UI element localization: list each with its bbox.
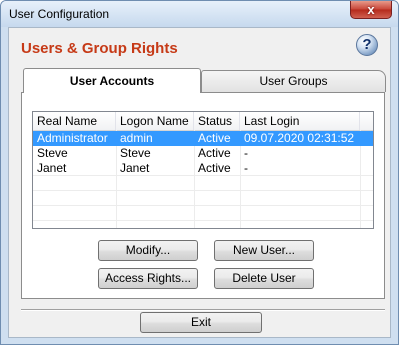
cell-logon-name: Steve xyxy=(120,146,151,160)
list-header: Real Name Logon Name Status Last Login xyxy=(33,112,373,131)
tab-user-groups[interactable]: User Groups xyxy=(201,70,386,92)
cell-status: Active xyxy=(198,146,231,160)
exit-button[interactable]: Exit xyxy=(140,312,262,333)
cell-status: Active xyxy=(198,131,231,145)
grid-divider xyxy=(33,205,373,206)
access-rights-button[interactable]: Access Rights... xyxy=(98,268,198,289)
cell-status: Active xyxy=(198,161,231,175)
column-header-status[interactable]: Status xyxy=(194,112,240,130)
column-header-real-name[interactable]: Real Name xyxy=(33,112,116,130)
table-row[interactable]: Steve Steve Active - xyxy=(33,146,373,161)
grid-divider xyxy=(33,220,373,221)
modify-button[interactable]: Modify... xyxy=(98,240,198,261)
cell-real-name: Administrator xyxy=(37,131,108,145)
cell-last-login: - xyxy=(244,146,248,160)
help-glyph: ? xyxy=(362,36,372,53)
column-header-logon-name[interactable]: Logon Name xyxy=(116,112,194,130)
close-icon: x xyxy=(367,2,375,17)
cell-logon-name: Janet xyxy=(120,161,150,175)
user-configuration-window: User Configuration x Users & Group Right… xyxy=(0,0,399,345)
help-question-icon[interactable]: ? xyxy=(356,34,378,56)
table-row[interactable]: Administrator admin Active 09.07.2020 02… xyxy=(33,131,373,146)
column-header-last-login[interactable]: Last Login xyxy=(240,112,360,130)
grid-divider xyxy=(33,190,373,191)
user-list[interactable]: Real Name Logon Name Status Last Login A… xyxy=(32,111,374,229)
new-user-button[interactable]: New User... xyxy=(214,240,314,261)
close-button[interactable]: x xyxy=(350,1,392,19)
user-accounts-panel: Real Name Logon Name Status Last Login A… xyxy=(21,92,385,299)
separator xyxy=(21,309,385,310)
cell-last-login: - xyxy=(244,161,248,175)
delete-user-button[interactable]: Delete User xyxy=(214,268,314,289)
cell-real-name: Steve xyxy=(37,146,68,160)
page-title: Users & Group Rights xyxy=(21,40,178,57)
cell-logon-name: admin xyxy=(120,131,153,145)
table-row[interactable]: Janet Janet Active - xyxy=(33,161,373,176)
window-title: User Configuration xyxy=(9,7,110,21)
cell-real-name: Janet xyxy=(37,161,67,175)
tab-user-accounts[interactable]: User Accounts xyxy=(23,68,201,93)
title-bar[interactable]: User Configuration x xyxy=(1,1,398,27)
dialog-body: Users & Group Rights ? User Groups User … xyxy=(8,27,391,338)
cell-last-login: 09.07.2020 02:31:52 xyxy=(244,131,355,145)
